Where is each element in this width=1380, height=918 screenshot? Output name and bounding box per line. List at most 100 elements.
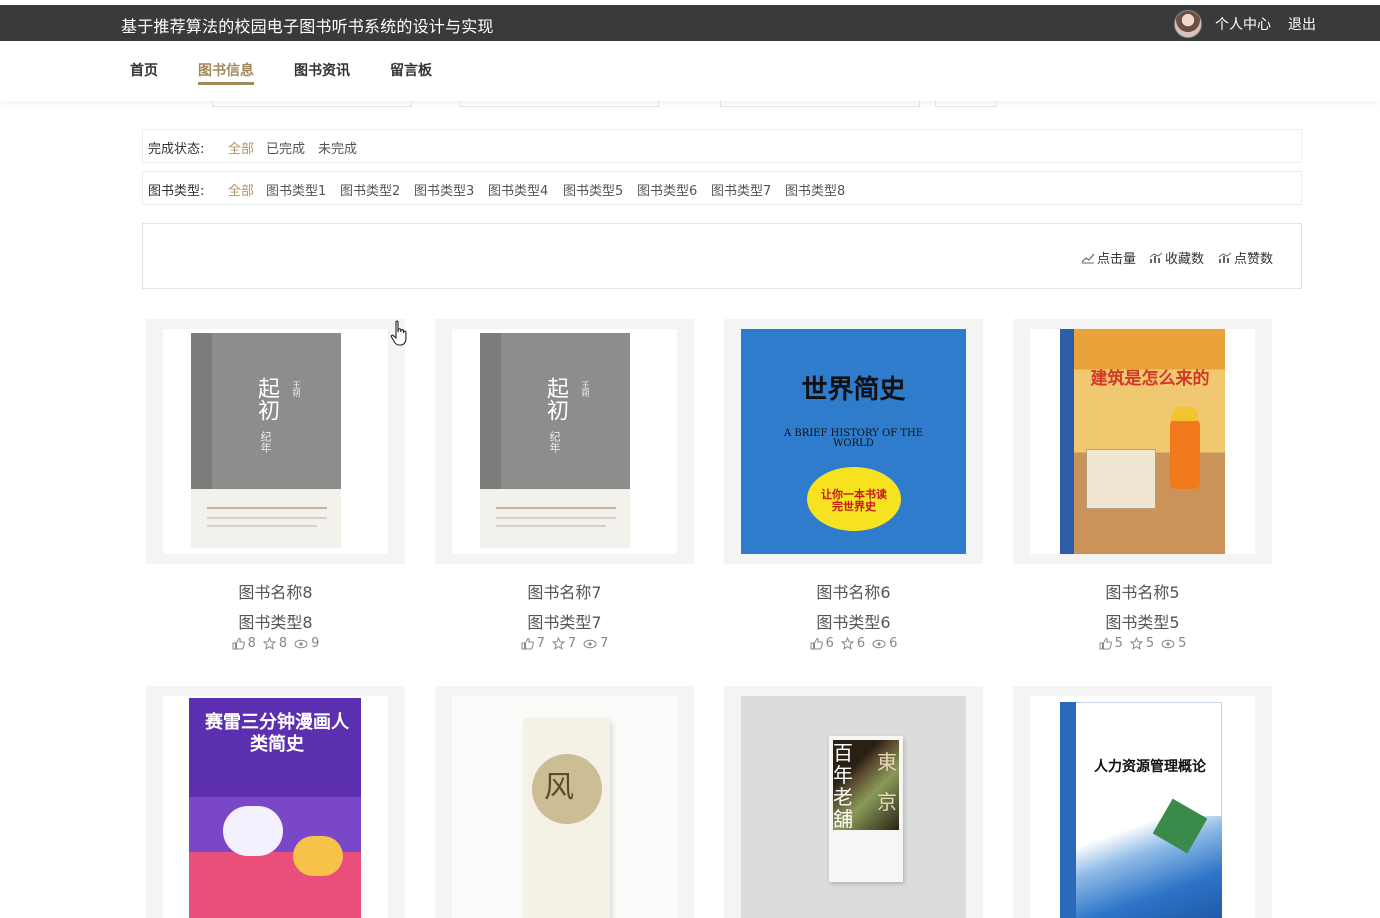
sort-by-favorites[interactable]: 收藏数: [1149, 248, 1204, 267]
cover-title-text: 赛雷三分钟漫画人类简史: [205, 712, 349, 755]
cover-title-text: 起初: [254, 377, 279, 421]
bar-chart-icon: [1218, 252, 1232, 263]
nav-book-news[interactable]: 图书资讯: [294, 60, 350, 80]
type-option-7[interactable]: 图书类型7: [711, 180, 771, 199]
book-name[interactable]: 图书名称6: [724, 579, 983, 603]
type-option-4[interactable]: 图书类型4: [488, 180, 548, 199]
nav-book-info[interactable]: 图书信息: [198, 60, 254, 80]
book-stats: 5 5 5: [1013, 636, 1272, 651]
book-cover-image[interactable]: 起初 纪年 王朔: [452, 329, 677, 554]
user-center-link[interactable]: 个人中心: [1215, 14, 1271, 34]
eye-icon: [294, 639, 308, 648]
view-count: 5: [1178, 636, 1187, 651]
cover-title-text: 人力资源管理概论: [1094, 759, 1206, 775]
trend-icon: [1081, 253, 1095, 263]
eye-icon: [872, 639, 886, 648]
sort-by-likes[interactable]: 点赞数: [1218, 248, 1273, 267]
search-input-2[interactable]: [459, 101, 659, 107]
view-count: 6: [889, 636, 898, 651]
status-filter-row: 完成状态: 全部 已完成 未完成: [142, 129, 1302, 163]
book-stats: 8 8 9: [146, 636, 405, 651]
status-option-done[interactable]: 已完成: [266, 138, 305, 157]
book-type: 图书类型8: [238, 613, 313, 632]
user-avatar[interactable]: [1174, 10, 1202, 38]
cover-author-text: 王朔: [292, 381, 301, 397]
favorite-count: 7: [567, 636, 577, 651]
book-type: 图书类型5: [1105, 613, 1180, 632]
like-count: 7: [536, 636, 545, 651]
logout-link[interactable]: 退出: [1288, 14, 1316, 34]
nav-message-board[interactable]: 留言板: [390, 60, 432, 80]
type-option-2[interactable]: 图书类型2: [340, 180, 400, 199]
book-name[interactable]: 图书名称8: [146, 579, 405, 603]
thumbs-up-icon: [1099, 637, 1112, 650]
sort-by-clicks[interactable]: 点击量: [1081, 248, 1136, 267]
like-count: 5: [1114, 636, 1123, 651]
type-filter-row: 图书类型: 全部 图书类型1 图书类型2 图书类型3 图书类型4 图书类型5 图…: [142, 171, 1302, 205]
type-option-1[interactable]: 图书类型1: [266, 180, 326, 199]
cover-title-text: 建筑是怎么来的: [1090, 369, 1210, 389]
search-input-1[interactable]: [212, 101, 412, 107]
book-stats: 7 7 7: [435, 636, 694, 651]
book-cover-image[interactable]: 建筑是怎么来的: [1030, 329, 1255, 554]
status-option-undone[interactable]: 未完成: [318, 138, 357, 157]
star-icon: [1129, 637, 1143, 650]
thumbs-up-icon: [810, 637, 823, 650]
type-option-3[interactable]: 图书类型3: [414, 180, 474, 199]
status-filter-label: 完成状态:: [148, 142, 205, 157]
type-option-all[interactable]: 全部: [228, 180, 254, 199]
bar-chart-icon: [1149, 252, 1163, 263]
search-input-3[interactable]: [720, 101, 920, 107]
sort-favorites-label: 收藏数: [1165, 252, 1205, 267]
book-cover-image[interactable]: 百年老舖 東京: [741, 696, 966, 918]
type-option-6[interactable]: 图书类型6: [637, 180, 697, 199]
sort-clicks-label: 点击量: [1097, 252, 1137, 267]
cover-subtitle-text: 纪年: [259, 431, 272, 453]
view-count: 7: [600, 636, 609, 651]
star-icon: [840, 637, 854, 650]
favorite-count: 6: [856, 636, 866, 651]
sort-likes-label: 点赞数: [1234, 252, 1274, 267]
book-name[interactable]: 图书名称7: [435, 579, 694, 603]
site-title: 基于推荐算法的校园电子图书听书系统的设计与实现: [121, 17, 494, 36]
star-icon: [262, 637, 276, 650]
cover-subtitle-text: 纪年: [548, 431, 561, 453]
hand-cursor-icon: [390, 320, 407, 346]
like-count: 6: [825, 636, 834, 651]
main-nav: 首页 图书信息 图书资讯 留言板: [0, 41, 1380, 101]
search-button[interactable]: [935, 101, 997, 107]
type-option-5[interactable]: 图书类型5: [563, 180, 623, 199]
cover-title-text: 百年老舖: [833, 741, 853, 831]
cover-title-text: 风: [544, 770, 574, 805]
book-cover-image[interactable]: 人力资源管理概论: [1030, 696, 1255, 918]
view-count: 9: [311, 636, 320, 651]
sort-toolbar: 点击量 收藏数 点赞数: [142, 223, 1302, 289]
type-filter-label: 图书类型:: [148, 184, 205, 199]
nav-active-underline: [198, 82, 254, 85]
eye-icon: [583, 639, 597, 648]
favorite-count: 8: [278, 636, 288, 651]
book-type: 图书类型6: [816, 613, 891, 632]
cover-author-text: 王朔: [581, 381, 590, 397]
eye-icon: [1161, 639, 1175, 648]
book-cover-image[interactable]: 世界简史 A BRIEF HISTORY OF THE WORLD 让你一本书读…: [741, 329, 966, 554]
book-cover-image[interactable]: 赛雷三分钟漫画人类简史: [163, 696, 388, 918]
nav-home[interactable]: 首页: [130, 60, 158, 80]
book-type: 图书类型7: [527, 613, 602, 632]
star-icon: [551, 637, 565, 650]
favorite-count: 5: [1145, 636, 1155, 651]
thumbs-up-icon: [521, 637, 534, 650]
cover-badge-text: 让你一本书读完世界史: [821, 488, 887, 513]
cover-subtitle-text: 東京: [877, 750, 897, 814]
cover-title-text: 世界简史: [801, 375, 906, 405]
book-name[interactable]: 图书名称5: [1013, 579, 1272, 603]
status-option-all[interactable]: 全部: [228, 138, 254, 157]
top-header-bar: 基于推荐算法的校园电子图书听书系统的设计与实现 个人中心 退出: [0, 5, 1380, 41]
book-cover-image[interactable]: 起初 纪年 王朔: [163, 329, 388, 554]
book-cover-image[interactable]: 风: [452, 696, 677, 918]
cover-title-text: 起初: [543, 377, 568, 421]
thumbs-up-icon: [232, 637, 245, 650]
book-stats: 6 6 6: [724, 636, 983, 651]
cover-subtitle-text: A BRIEF HISTORY OF THE WORLD: [783, 428, 924, 449]
type-option-8[interactable]: 图书类型8: [785, 180, 845, 199]
